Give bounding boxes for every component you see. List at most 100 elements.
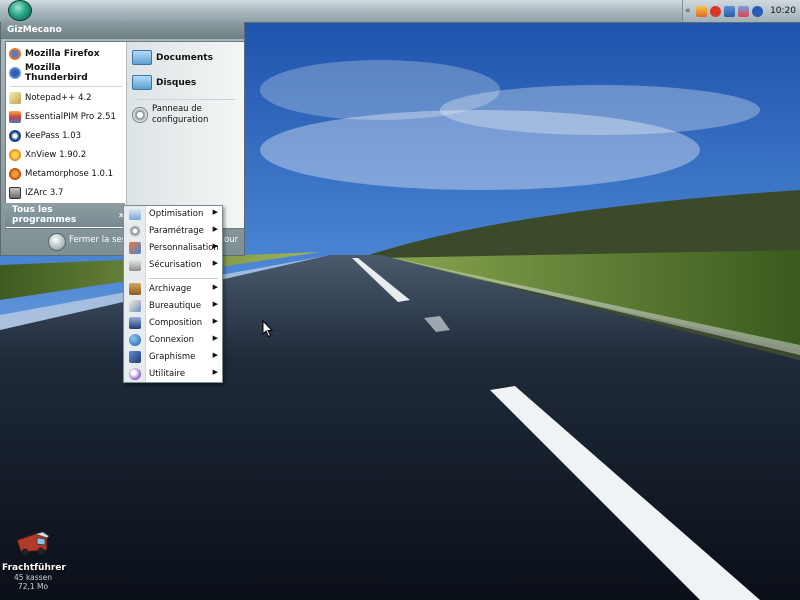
shield-icon[interactable] [710,5,721,17]
chevron-right-icon: ▶ [212,351,218,359]
thunderbird-icon [9,67,21,79]
flag-icon[interactable] [696,5,707,17]
control-panel-line1: Panneau de [152,104,202,114]
graphics-icon [129,351,141,363]
submenu-separator [148,278,218,279]
personalisation-icon [129,242,141,254]
disks-label: Disques [156,77,197,88]
submenu-label: Composition [149,318,203,328]
submenu-label: Paramétrage [149,226,204,236]
start-button[interactable] [6,0,34,21]
control-panel-icon [132,107,148,123]
expand-chevron-icon[interactable]: « [685,6,693,16]
logoff-label[interactable]: Fermer la sess [69,235,131,245]
all-programs-submenu: Optimisation ▶ Paramétrage ▶ Personnalis… [123,205,223,383]
chevron-right-icon: ▶ [212,334,218,342]
notepad-icon [9,92,21,104]
submenu-label: Sécurisation [149,260,202,270]
truck-icon [16,531,50,556]
xnview-icon [9,149,21,161]
pinned-thunderbird[interactable]: Mozilla Thunderbird [9,63,126,83]
chevron-right-icon: ▶ [212,283,218,291]
documents-folder-icon [132,50,152,65]
submenu-label: Optimisation [149,209,204,219]
settings-icon [129,225,141,237]
logoff-icon[interactable] [48,233,66,251]
start-menu-left-pane: Mozilla Firefox Mozilla Thunderbird Note… [6,42,126,228]
control-panel-link[interactable]: Panneau de configuration [132,104,208,126]
submenu-item-personnalisation[interactable]: Personnalisation ▶ [124,240,222,257]
chevron-right-icon: ▶ [212,225,218,233]
user-name: GizMecano [1,22,244,39]
firefox-icon [9,48,21,60]
security-icon [129,259,141,271]
program-keepass[interactable]: KeePass 1.03 [9,127,81,145]
chevron-right-icon: ▶ [212,208,218,216]
pinned-firefox[interactable]: Mozilla Firefox [9,45,100,63]
control-panel-label: Panneau de configuration [152,104,208,126]
pinned-label: Mozilla Thunderbird [25,63,88,83]
separator [10,86,122,87]
windows-orb-icon [8,0,32,21]
security-icon[interactable] [738,5,749,17]
start-menu-right-pane: Documents Disques Panneau de configurati… [126,42,244,228]
chevron-right-icon: ▶ [212,300,218,308]
program-label: KeePass 1.03 [25,131,82,141]
network-icon[interactable] [724,5,735,17]
desktop-icon-detail: 45 kassen [14,573,52,582]
submenu-item-composition[interactable]: Composition ▶ [124,315,222,332]
submenu-item-parametrage[interactable]: Paramétrage ▶ [124,223,222,240]
chevron-right-icon: ▶ [212,259,218,267]
submenu-item-securisation[interactable]: Sécurisation ▶ [124,257,222,274]
program-label: Metamorphose 1.0.1 [25,169,114,179]
desktop-icon-size: 72,1 Mo [17,582,49,591]
connection-icon [129,334,141,346]
logoff-label-suffix: our [224,235,239,245]
taskbar: « 10:20 [0,0,800,23]
utility-icon [129,368,141,380]
program-label: IZArc 3.7 [25,188,64,198]
separator [135,99,235,100]
submenu-label: Connexion [149,335,194,345]
office-icon [129,300,141,312]
submenu-item-archivage[interactable]: Archivage ▶ [124,281,222,298]
all-programs-button[interactable]: Tous les programmes » [5,203,125,227]
disks-link[interactable]: Disques [132,75,196,90]
update-icon[interactable] [752,5,763,17]
composition-icon [129,317,141,329]
desktop-icon-label: Frachtführer [2,563,66,573]
chevron-right-icon: ▶ [212,317,218,325]
program-metamorphose[interactable]: Metamorphose 1.0.1 [9,165,113,183]
metamorphose-icon [9,168,21,180]
documents-label: Documents [156,52,213,63]
submenu-label: Bureautique [149,301,202,311]
archive-icon [129,283,141,295]
keepass-icon [9,130,21,142]
clock[interactable]: 10:20 [770,6,796,16]
submenu-item-graphisme[interactable]: Graphisme ▶ [124,349,222,366]
essentialpim-icon [9,111,21,123]
program-notepad[interactable]: Notepad++ 4.2 [9,89,92,107]
submenu-item-bureautique[interactable]: Bureautique ▶ [124,298,222,315]
submenu-item-utilitaire[interactable]: Utilitaire ▶ [124,366,222,383]
submenu-label: Archivage [149,284,192,294]
program-izarc[interactable]: IZArc 3.7 [9,184,63,202]
submenu-label: Personnalisation [149,243,219,253]
program-label: XnView 1.90.2 [25,150,87,160]
documents-link[interactable]: Documents [132,50,213,65]
submenu-item-optimisation[interactable]: Optimisation ▶ [124,206,222,223]
desktop-icon-frachtfuhrer[interactable]: Frachtführer 45 kassen 72,1 Mo [2,526,66,591]
izarc-icon [9,187,21,199]
program-essentialpim[interactable]: EssentialPIM Pro 2.51 [9,108,116,126]
program-xnview[interactable]: XnView 1.90.2 [9,146,86,164]
control-panel-line2: configuration [152,115,209,125]
disks-folder-icon [132,75,152,90]
mouse-cursor-icon [262,320,274,338]
program-label: EssentialPIM Pro 2.51 [25,112,116,122]
start-menu-body: Mozilla Firefox Mozilla Thunderbird Note… [5,41,244,229]
optimisation-icon [129,208,141,220]
chevron-right-icon: ▶ [212,368,218,376]
submenu-item-connexion[interactable]: Connexion ▶ [124,332,222,349]
pinned-label: Mozilla Firefox [25,49,100,59]
all-programs-label: Tous les programmes [12,205,77,225]
